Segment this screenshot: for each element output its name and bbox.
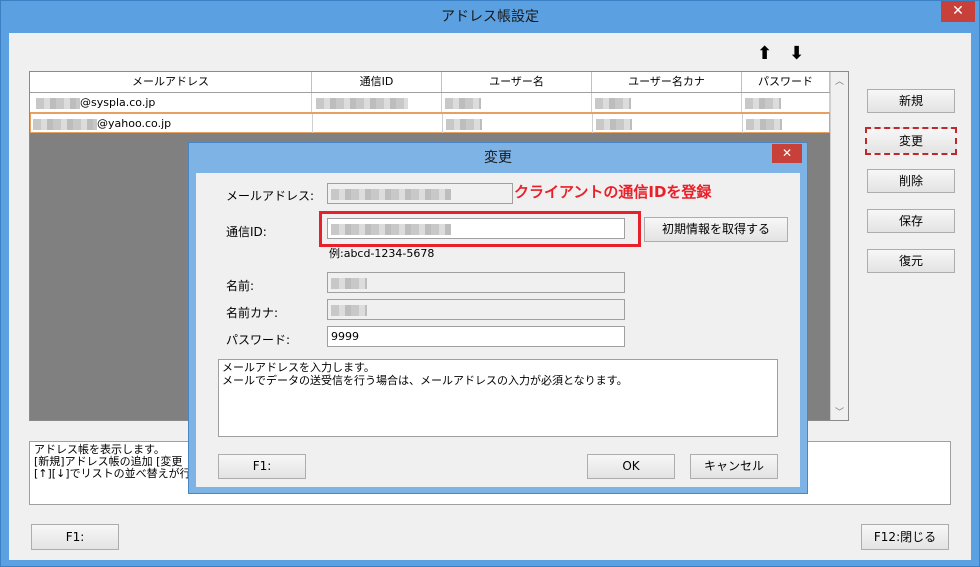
redacted-text (746, 118, 782, 130)
table-row[interactable]: @yahoo.co.jp (30, 113, 831, 133)
cancel-button[interactable]: キャンセル (690, 454, 778, 479)
cell-email: @syspla.co.jp (30, 93, 312, 112)
dialog-title: 変更 (484, 150, 512, 166)
redacted-text (36, 97, 80, 109)
redacted-text (745, 97, 781, 109)
password-label: パスワード: (226, 333, 291, 347)
redacted-text (445, 97, 481, 109)
redacted-text (316, 97, 408, 109)
email-field[interactable] (327, 183, 513, 204)
redacted-text (596, 118, 632, 130)
redacted-text (446, 118, 482, 130)
scroll-down-icon[interactable]: ﹀ (835, 405, 844, 418)
column-header-comm-id[interactable]: 通信ID (312, 72, 442, 92)
redacted-text (331, 223, 451, 235)
window-title: アドレス帳設定 (441, 9, 539, 25)
name-kana-label: 名前カナ: (226, 306, 279, 320)
comm-id-field[interactable] (327, 218, 625, 239)
column-header-password[interactable]: パスワード (742, 72, 830, 92)
scroll-up-icon[interactable]: ︿ (835, 74, 844, 87)
dialog-close-button[interactable]: ✕ (772, 144, 802, 163)
email-label: メールアドレス: (226, 189, 315, 203)
redacted-text (331, 277, 367, 289)
column-header-username[interactable]: ユーザー名 (442, 72, 592, 92)
fetch-initial-info-button[interactable]: 初期情報を取得する (644, 217, 788, 242)
grid-header: メールアドレス 通信ID ユーザー名 ユーザー名カナ パスワード (30, 72, 830, 93)
help-line: メールでデータの送受信を行う場合は、メールアドレスの入力が必須となります。 (222, 374, 628, 387)
cell-username-kana (592, 93, 742, 112)
comm-id-example: 例:abcd-1234-5678 (329, 247, 435, 260)
name-label: 名前: (226, 279, 255, 293)
cell-username (442, 93, 592, 112)
grid-vertical-scrollbar[interactable]: ︿ ﹀ (830, 72, 848, 420)
ok-button[interactable]: OK (587, 454, 675, 479)
cell-username (443, 114, 593, 133)
restore-button[interactable]: 復元 (867, 249, 955, 273)
redacted-text (331, 188, 451, 200)
table-row[interactable]: @syspla.co.jp (30, 93, 830, 113)
delete-button[interactable]: 削除 (867, 169, 955, 193)
cell-email: @yahoo.co.jp (31, 114, 313, 133)
cell-comm-id (313, 114, 443, 133)
column-header-email[interactable]: メールアドレス (30, 72, 312, 92)
annotation-text: クライアントの通信IDを登録 (514, 183, 712, 201)
window-close-button[interactable]: ✕ (941, 1, 975, 22)
move-up-icon[interactable]: ⬆ (757, 43, 772, 64)
comm-id-label: 通信ID: (226, 225, 267, 239)
name-kana-field[interactable] (327, 299, 625, 320)
help-line: メールアドレスを入力します。 (222, 361, 375, 374)
cell-comm-id (312, 93, 442, 112)
dialog-body: メールアドレス: クライアントの通信IDを登録 通信ID: 初期情報を取得する … (196, 173, 800, 487)
name-field[interactable] (327, 272, 625, 293)
help-text-box: メールアドレスを入力します。 メールでデータの送受信を行う場合は、メールアドレス… (218, 359, 778, 437)
new-button[interactable]: 新規 (867, 89, 955, 113)
redacted-text (331, 304, 367, 316)
email-domain: @syspla.co.jp (80, 96, 156, 109)
cell-username-kana (593, 114, 743, 133)
change-dialog: 変更 ✕ メールアドレス: クライアントの通信IDを登録 通信ID: 初期情報を… (188, 142, 808, 494)
change-button[interactable]: 変更 (865, 127, 957, 155)
f1-button[interactable]: F1: (31, 524, 119, 550)
move-down-icon[interactable]: ⬇ (789, 43, 804, 64)
column-header-username-kana[interactable]: ユーザー名カナ (592, 72, 742, 92)
dialog-f1-button[interactable]: F1: (218, 454, 306, 479)
redacted-text (33, 118, 97, 130)
f12-close-button[interactable]: F12:閉じる (861, 524, 949, 550)
cell-password (743, 114, 831, 133)
cell-password (742, 93, 830, 112)
redacted-text (595, 97, 631, 109)
password-field[interactable]: 9999 (327, 326, 625, 347)
save-button[interactable]: 保存 (867, 209, 955, 233)
email-domain: @yahoo.co.jp (97, 117, 172, 130)
